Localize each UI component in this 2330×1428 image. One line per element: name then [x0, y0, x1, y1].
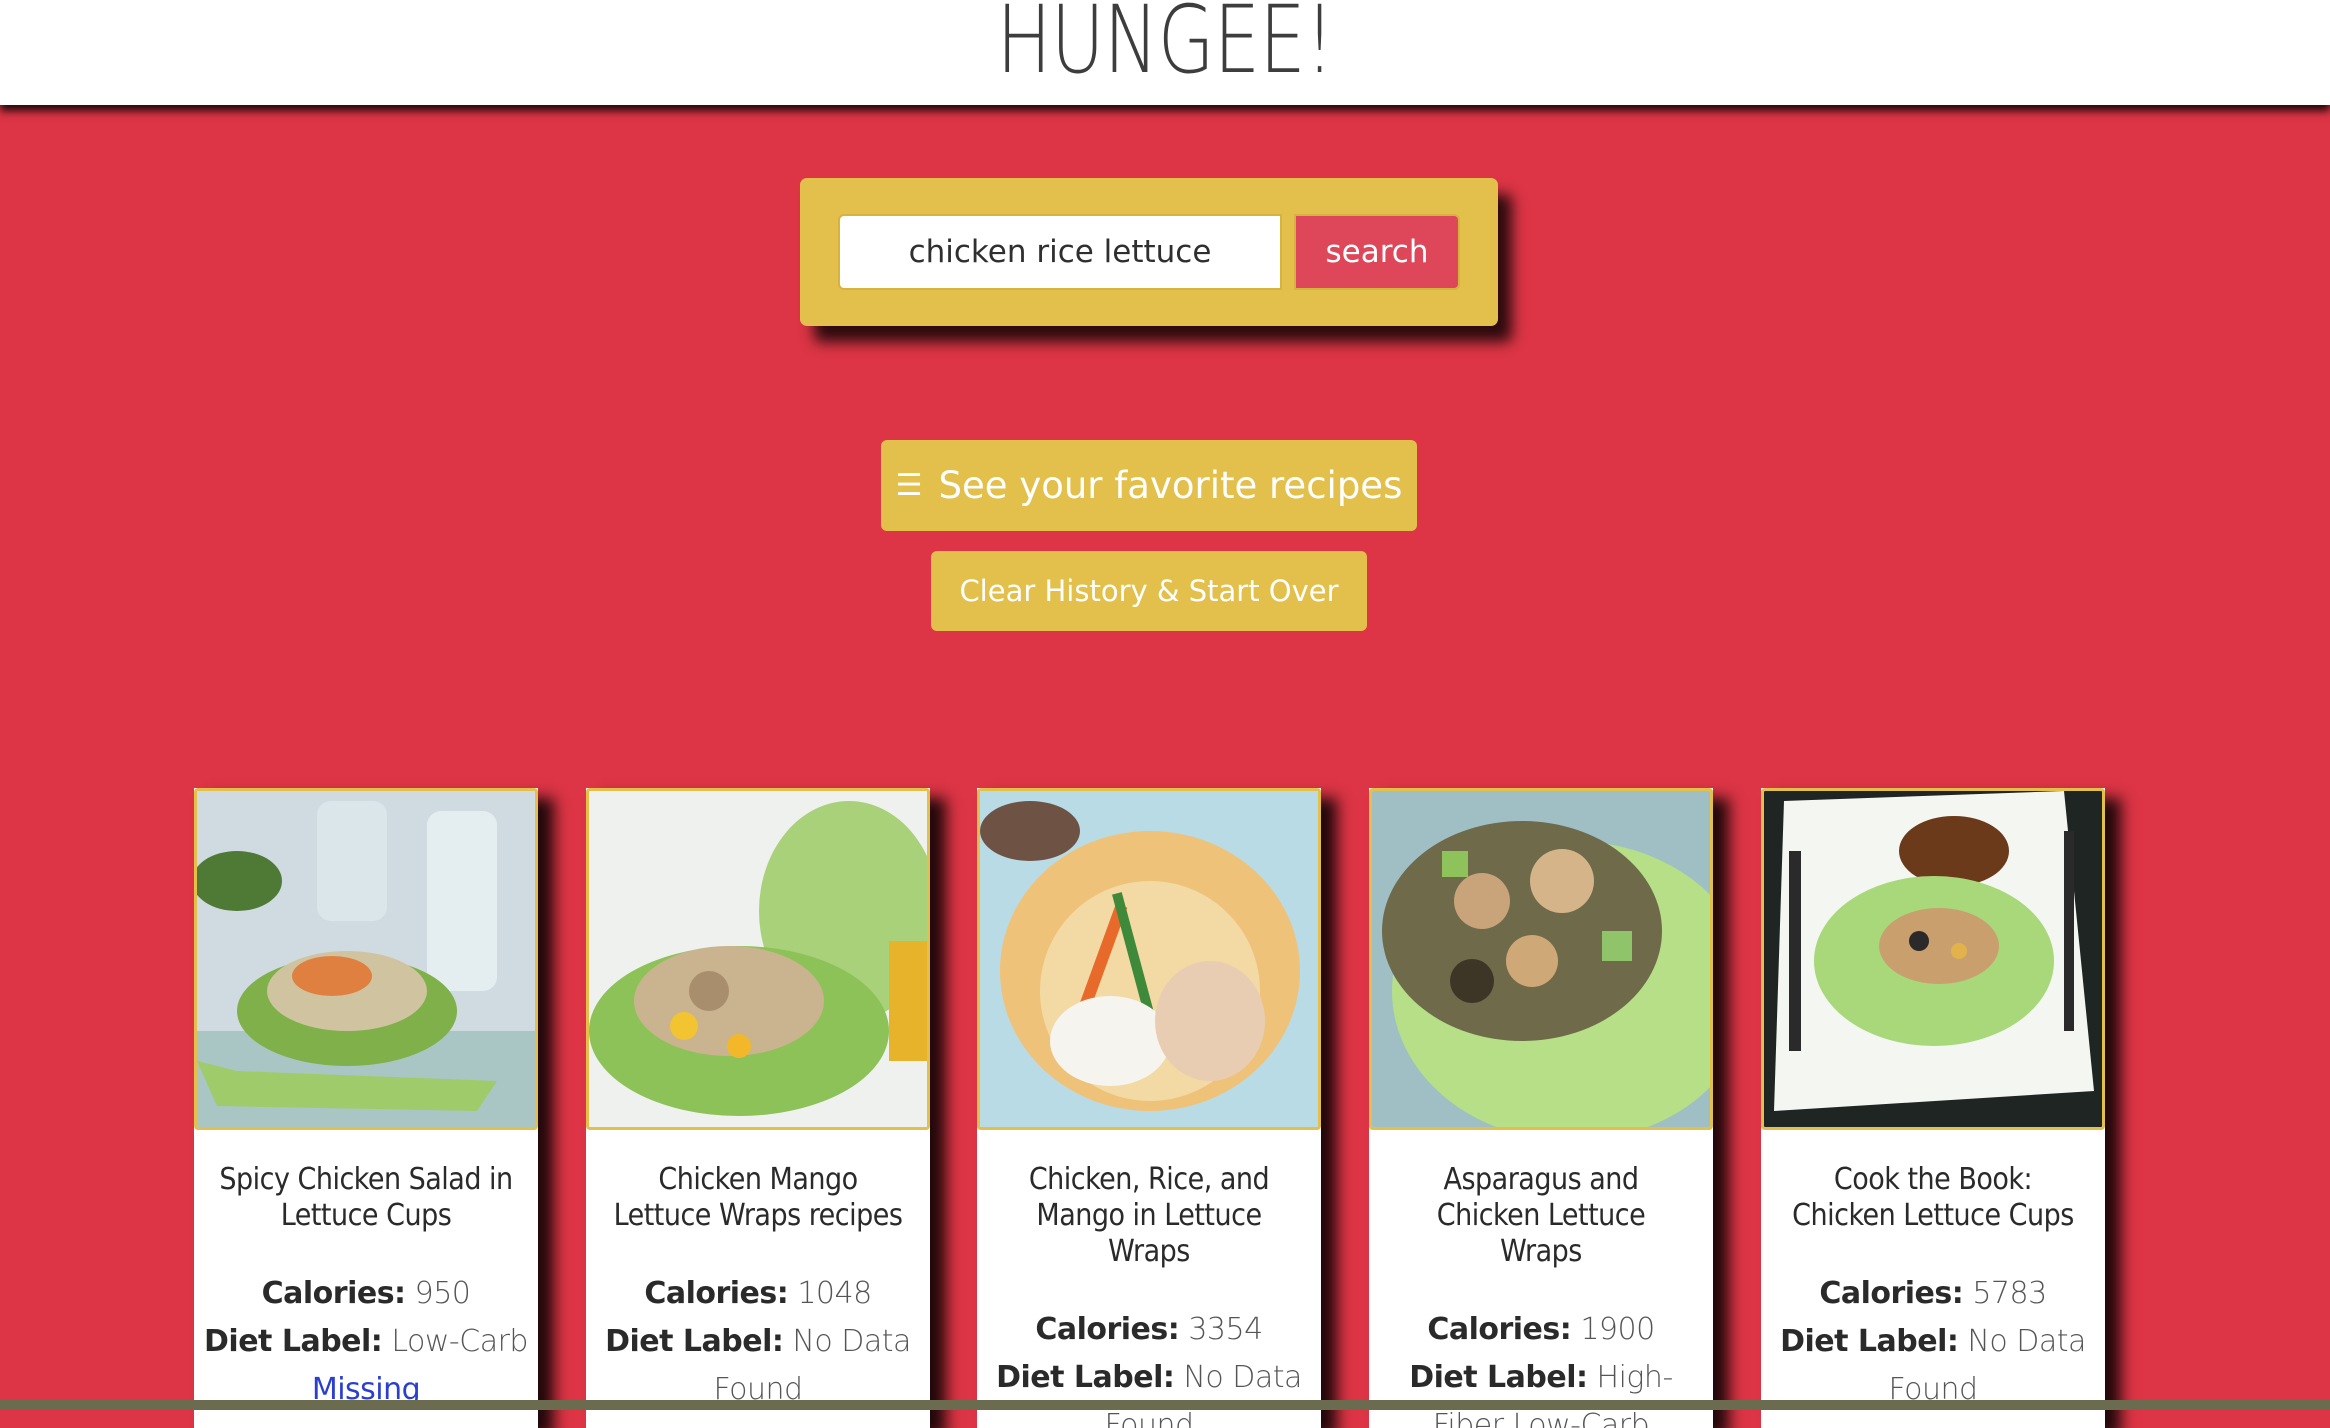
recipe-image[interactable] — [1761, 788, 2105, 1130]
recipe-card[interactable]: Spicy Chicken Salad in Lettuce Cups Calo… — [194, 788, 538, 1428]
calories-label: Calories: — [644, 1276, 789, 1311]
calories-value: 950 — [414, 1276, 471, 1311]
diet-label: Diet Label: — [1780, 1324, 1959, 1359]
search-button[interactable]: search — [1294, 214, 1460, 290]
page-bottom-edge — [0, 1400, 2330, 1410]
recipe-image[interactable] — [586, 788, 930, 1130]
diet-label: Diet Label: — [996, 1360, 1175, 1395]
favorite-recipes-button[interactable]: ☰ See your favorite recipes — [881, 440, 1417, 531]
recipe-meta: Calories: 950 Diet Label: Low-Carb Missi… — [194, 1270, 538, 1414]
diet-label: Diet Label: — [605, 1324, 784, 1359]
recipe-image[interactable] — [194, 788, 538, 1130]
recipe-meta: Calories: 1048 Diet Label: No Data Found — [586, 1270, 930, 1414]
recipe-image[interactable] — [977, 788, 1321, 1130]
site-title: HUNGEE! — [996, 0, 1334, 95]
calories-value: 5783 — [1972, 1276, 2047, 1311]
diet-value: Low-Carb — [391, 1324, 528, 1359]
recipe-image[interactable] — [1369, 788, 1713, 1130]
calories-label: Calories: — [261, 1276, 406, 1311]
calories-label: Calories: — [1819, 1276, 1964, 1311]
calories-label: Calories: — [1035, 1312, 1180, 1347]
calories-value: 3354 — [1188, 1312, 1263, 1347]
recipe-title: Chicken, Rice, and Mango in Lettuce Wrap… — [1028, 1162, 1270, 1269]
diet-label: Diet Label: — [1409, 1360, 1588, 1395]
calories-value: 1900 — [1580, 1312, 1655, 1347]
favorite-recipes-label: See your favorite recipes — [938, 464, 1403, 507]
recipe-title: Asparagus and Chicken Lettuce Wraps — [1436, 1162, 1646, 1269]
search-input[interactable] — [838, 214, 1282, 290]
recipe-card[interactable]: Cook the Book: Chicken Lettuce Cups Calo… — [1761, 788, 2105, 1428]
recipe-title: Cook the Book: Chicken Lettuce Cups — [1792, 1162, 2074, 1233]
calories-value: 1048 — [797, 1276, 872, 1311]
site-header: HUNGEE! — [0, 0, 2330, 105]
search-box: search — [800, 178, 1498, 326]
diet-label: Diet Label: — [204, 1324, 383, 1359]
hamburger-menu-icon: ☰ — [895, 468, 923, 503]
recipe-card[interactable]: Chicken, Rice, and Mango in Lettuce Wrap… — [977, 788, 1321, 1428]
recipe-meta: Calories: 5783 Diet Label: No Data Found — [1761, 1270, 2105, 1414]
recipe-title: Spicy Chicken Salad in Lettuce Cups — [219, 1162, 513, 1233]
clear-history-button[interactable]: Clear History & Start Over — [931, 551, 1367, 631]
recipe-card[interactable]: Chicken Mango Lettuce Wraps recipes Calo… — [586, 788, 930, 1428]
recipe-card[interactable]: Asparagus and Chicken Lettuce Wraps Calo… — [1369, 788, 1713, 1428]
recipe-title: Chicken Mango Lettuce Wraps recipes — [613, 1162, 903, 1233]
calories-label: Calories: — [1427, 1312, 1572, 1347]
